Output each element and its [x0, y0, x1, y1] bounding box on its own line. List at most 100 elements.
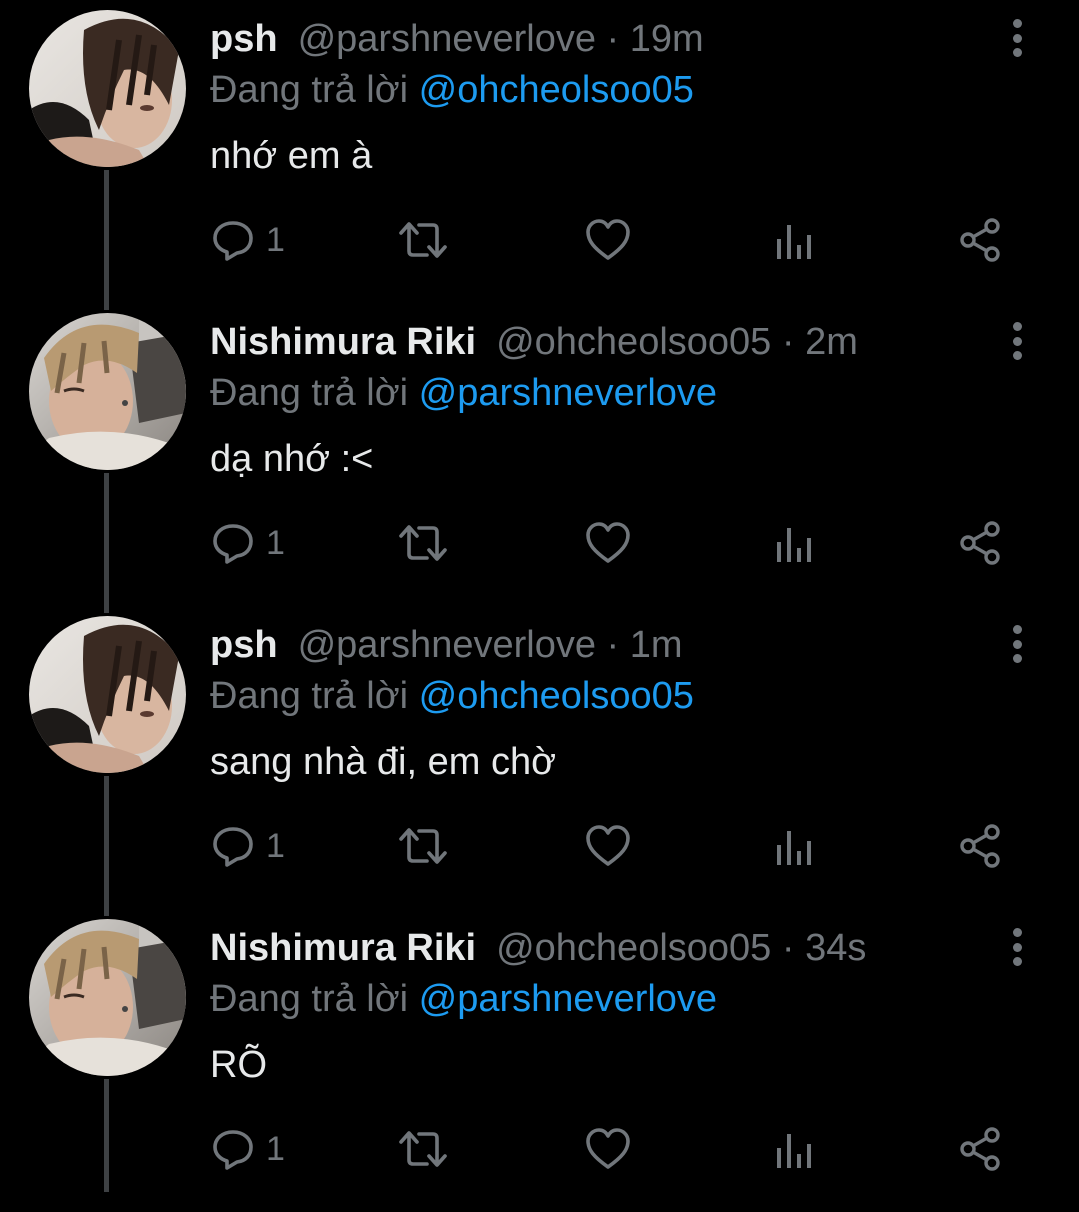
- replying-to-mention[interactable]: @parshneverlove: [419, 978, 717, 1020]
- speech-bubble-icon: [213, 827, 253, 867]
- speech-bubble-icon: [213, 524, 253, 564]
- avatar[interactable]: [29, 10, 186, 167]
- like-button[interactable]: [584, 515, 632, 571]
- riki-avatar-image: [29, 313, 186, 470]
- share-icon: [960, 1127, 1000, 1171]
- vertical-dots-icon: [1012, 19, 1022, 28]
- tweet[interactable]: psh @parshneverlove · 19m Đang trả lời @o…: [0, 0, 1079, 303]
- views-button[interactable]: [774, 818, 814, 874]
- replying-to-label: Đang trả lời: [210, 372, 409, 414]
- display-name[interactable]: Nishimura Riki: [210, 321, 476, 363]
- bar-chart-icon: [777, 831, 811, 865]
- tweet-text: RÕ: [210, 1044, 267, 1086]
- display-name[interactable]: psh: [210, 624, 278, 666]
- tweet-actions: 1: [210, 1121, 1020, 1177]
- timestamp[interactable]: 19m: [630, 18, 704, 60]
- share-icon: [960, 218, 1000, 262]
- views-button[interactable]: [774, 1121, 814, 1177]
- replying-to-mention[interactable]: @ohcheolsoo05: [419, 675, 694, 717]
- replying-to-label: Đang trả lời: [210, 69, 409, 111]
- share-button[interactable]: [958, 515, 1004, 571]
- avatar[interactable]: [29, 616, 186, 773]
- separator-dot: ·: [606, 624, 620, 666]
- tweet[interactable]: Nishimura Riki @ohcheolsoo05 · 34s Đang t…: [0, 909, 1079, 1212]
- share-button[interactable]: [958, 1121, 1004, 1177]
- separator-dot: ·: [781, 927, 795, 969]
- tweet[interactable]: Nishimura Riki @ohcheolsoo05 · 2m Đang tr…: [0, 303, 1079, 606]
- replying-to-mention[interactable]: @ohcheolsoo05: [419, 69, 694, 111]
- share-button[interactable]: [958, 212, 1004, 268]
- like-button[interactable]: [584, 1121, 632, 1177]
- replying-to-mention[interactable]: @parshneverlove: [419, 372, 717, 414]
- tweet-header: psh @parshneverlove · 19m: [210, 14, 704, 64]
- views-button[interactable]: [774, 212, 814, 268]
- tweet-header: Nishimura Riki @ohcheolsoo05 · 34s: [210, 923, 866, 973]
- like-button[interactable]: [584, 212, 632, 268]
- reply-count: 1: [266, 1130, 285, 1168]
- tweet-actions: 1: [210, 515, 1020, 571]
- replying-to: Đang trả lời @parshneverlove: [210, 973, 717, 1025]
- timestamp[interactable]: 2m: [805, 321, 858, 363]
- tweet-actions: 1: [210, 818, 1020, 874]
- tweet-text: nhớ em à: [210, 135, 373, 177]
- heart-icon: [586, 1128, 630, 1169]
- more-options-button[interactable]: [1000, 622, 1034, 666]
- replying-to: Đang trả lời @ohcheolsoo05: [210, 670, 694, 722]
- like-button[interactable]: [584, 818, 632, 874]
- reply-button[interactable]: 1: [210, 818, 285, 874]
- speech-bubble-icon: [213, 1130, 253, 1170]
- reply-button[interactable]: 1: [210, 515, 285, 571]
- user-handle[interactable]: @ohcheolsoo05: [496, 927, 771, 969]
- separator-dot: ·: [606, 18, 620, 60]
- reply-count: 1: [266, 827, 285, 865]
- bar-chart-icon: [777, 225, 811, 259]
- replying-to: Đang trả lời @parshneverlove: [210, 367, 717, 419]
- heart-icon: [586, 522, 630, 563]
- avatar[interactable]: [29, 313, 186, 470]
- conversation-thread: psh @parshneverlove · 19m Đang trả lời @o…: [0, 0, 1079, 1192]
- reply-button[interactable]: 1: [210, 1121, 285, 1177]
- vertical-dots-icon: [1012, 625, 1022, 634]
- separator-dot: ·: [781, 321, 795, 363]
- retweet-icon: [399, 828, 447, 864]
- vertical-dots-icon: [1012, 322, 1022, 331]
- reply-count: 1: [266, 524, 285, 562]
- timestamp[interactable]: 34s: [805, 927, 866, 969]
- retweet-button[interactable]: [396, 1121, 450, 1177]
- retweet-button[interactable]: [396, 818, 450, 874]
- user-handle[interactable]: @parshneverlove: [298, 18, 596, 60]
- vertical-dots-icon: [1012, 928, 1022, 937]
- retweet-icon: [399, 525, 447, 561]
- bar-chart-icon: [777, 1134, 811, 1168]
- user-handle[interactable]: @ohcheolsoo05: [496, 321, 771, 363]
- replying-to-label: Đang trả lời: [210, 978, 409, 1020]
- timestamp[interactable]: 1m: [630, 624, 683, 666]
- tweet-text: sang nhà đi, em chờ: [210, 741, 557, 783]
- speech-bubble-icon: [213, 221, 253, 261]
- tweet[interactable]: psh @parshneverlove · 1m Đang trả lời @oh…: [0, 606, 1079, 909]
- display-name[interactable]: psh: [210, 18, 278, 60]
- reply-count: 1: [266, 221, 285, 259]
- more-options-button[interactable]: [1000, 319, 1034, 363]
- display-name[interactable]: Nishimura Riki: [210, 927, 476, 969]
- views-button[interactable]: [774, 515, 814, 571]
- share-button[interactable]: [958, 818, 1004, 874]
- tweet-text: dạ nhớ :<: [210, 438, 374, 480]
- retweet-button[interactable]: [396, 515, 450, 571]
- more-options-button[interactable]: [1000, 925, 1034, 969]
- tweet-header: psh @parshneverlove · 1m: [210, 620, 683, 670]
- replying-to: Đang trả lời @ohcheolsoo05: [210, 64, 694, 116]
- bar-chart-icon: [777, 528, 811, 562]
- user-handle[interactable]: @parshneverlove: [298, 624, 596, 666]
- heart-icon: [586, 219, 630, 260]
- reply-button[interactable]: 1: [210, 212, 285, 268]
- retweet-button[interactable]: [396, 212, 450, 268]
- avatar[interactable]: [29, 919, 186, 1076]
- share-icon: [960, 521, 1000, 565]
- psh-avatar-image: [29, 10, 186, 167]
- share-icon: [960, 824, 1000, 868]
- more-options-button[interactable]: [1000, 16, 1034, 60]
- retweet-icon: [399, 1131, 447, 1167]
- retweet-icon: [399, 222, 447, 258]
- riki-avatar-image: [29, 919, 186, 1076]
